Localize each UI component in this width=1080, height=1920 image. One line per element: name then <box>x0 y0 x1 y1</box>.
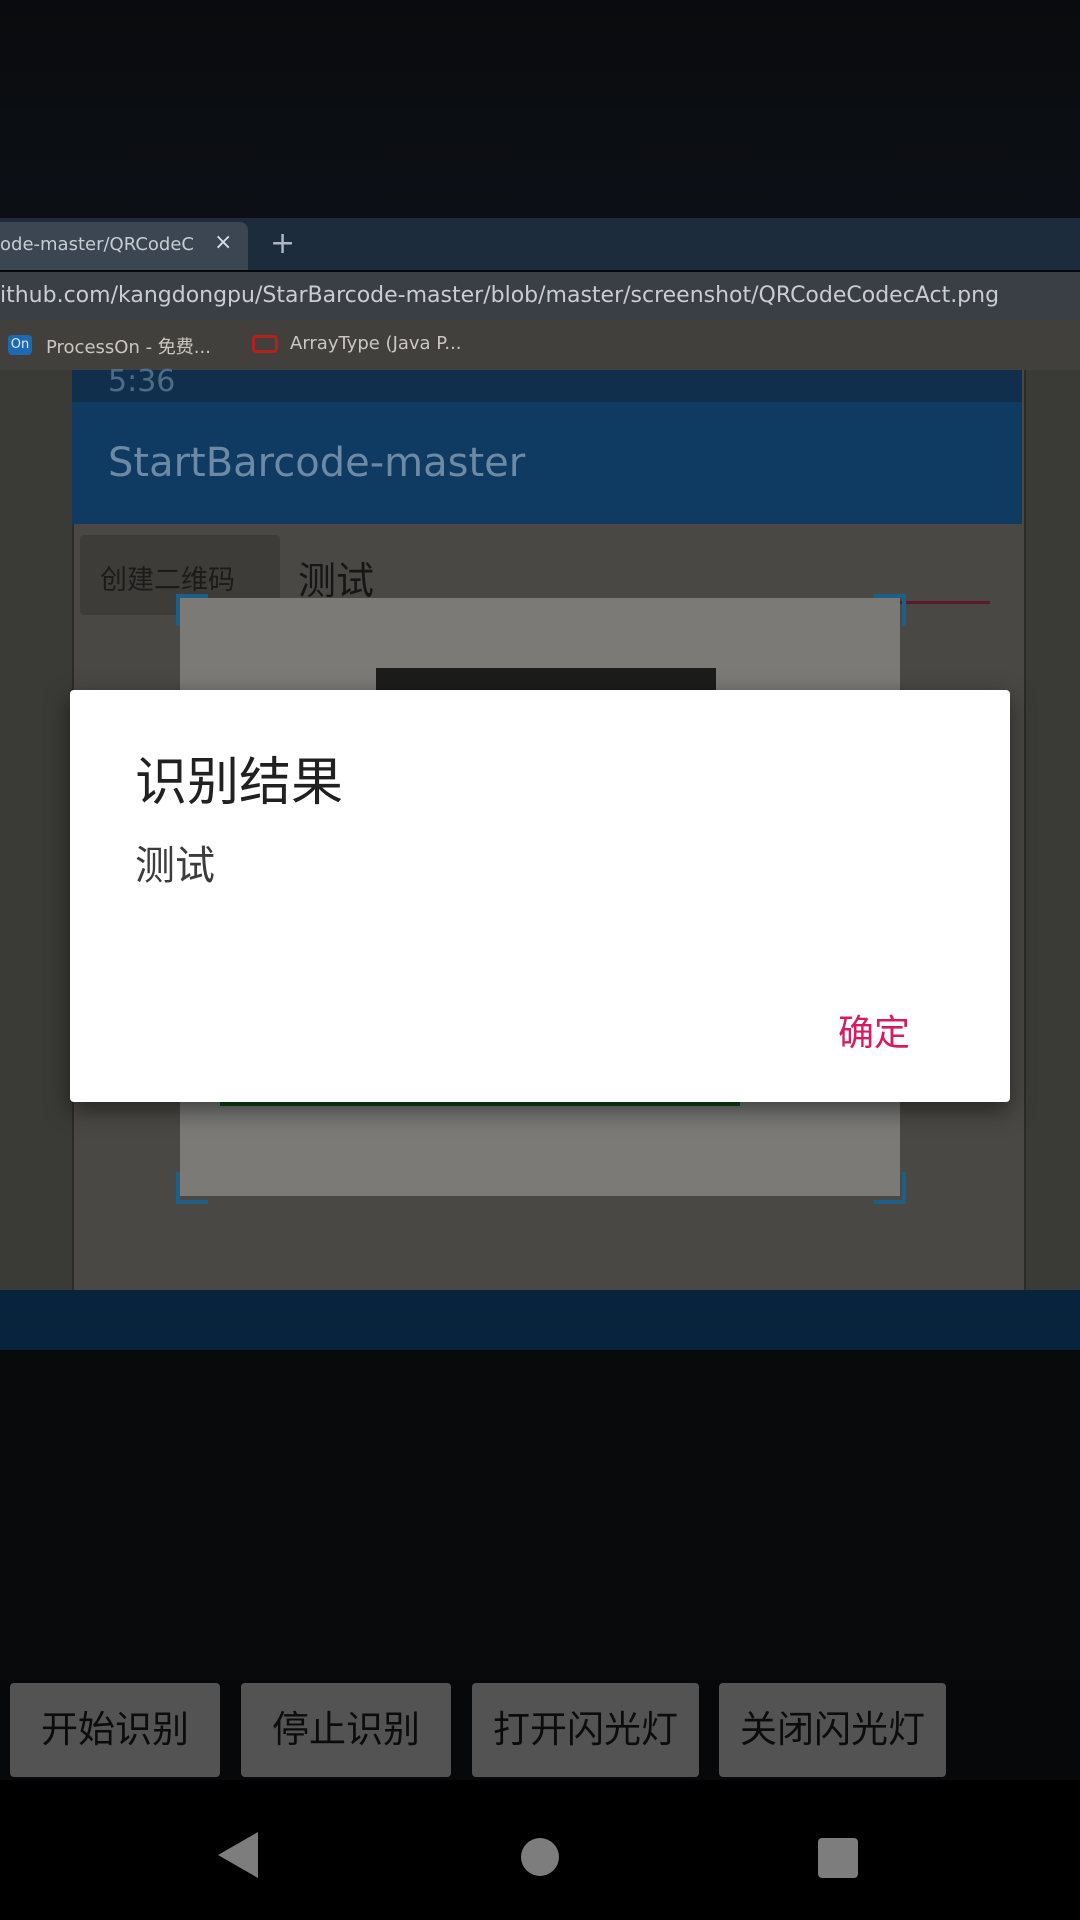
scan-line <box>220 1102 740 1106</box>
recents-icon[interactable] <box>818 1838 858 1878</box>
screenshot-create-label: 创建二维码 <box>100 565 235 596</box>
browser-tab-title: ode-master/QRCodeC <box>0 234 194 255</box>
result-dialog: 识别结果 测试 确定 <box>70 690 1010 1102</box>
new-tab-icon: + <box>270 226 296 261</box>
processon-icon: On <box>8 335 32 355</box>
flash-off-button[interactable]: 关闭闪光灯 <box>719 1683 946 1777</box>
browser-taskbar <box>0 1290 1080 1350</box>
scan-corner-bottom-right <box>874 1172 906 1204</box>
bookmark-arraytype: ArrayType (Java P... <box>290 333 462 354</box>
screenshot-status-time: 5:36 <box>108 364 176 399</box>
qr-code-fragment <box>376 668 716 690</box>
browser-tab-close-icon: × <box>214 230 233 255</box>
back-icon[interactable] <box>218 1832 258 1878</box>
scan-corner-top-right <box>874 594 906 626</box>
oracle-icon <box>252 335 278 353</box>
home-icon[interactable] <box>521 1838 559 1876</box>
stop-scan-button[interactable]: 停止识别 <box>241 1683 451 1777</box>
confirm-button[interactable]: 确定 <box>838 1004 910 1056</box>
browser-url: ithub.com/kangdongpu/StarBarcode-master/… <box>0 283 1000 308</box>
camera-dark-region-lower <box>0 1350 1080 1680</box>
bookmark-processon: ProcessOn - 免费... <box>46 337 211 358</box>
camera-dark-region <box>0 0 1080 220</box>
screenshot-status-bar <box>72 370 1022 402</box>
scan-corner-top-left <box>176 594 208 626</box>
flash-on-button[interactable]: 打开闪光灯 <box>472 1683 699 1777</box>
start-scan-button[interactable]: 开始识别 <box>10 1683 220 1777</box>
screenshot-input-text: 测试 <box>298 559 375 603</box>
scan-corner-bottom-left <box>176 1172 208 1204</box>
dialog-title: 识别结果 <box>135 753 344 813</box>
dialog-message: 测试 <box>135 843 215 889</box>
screenshot-app-title: StartBarcode-master <box>108 440 526 486</box>
